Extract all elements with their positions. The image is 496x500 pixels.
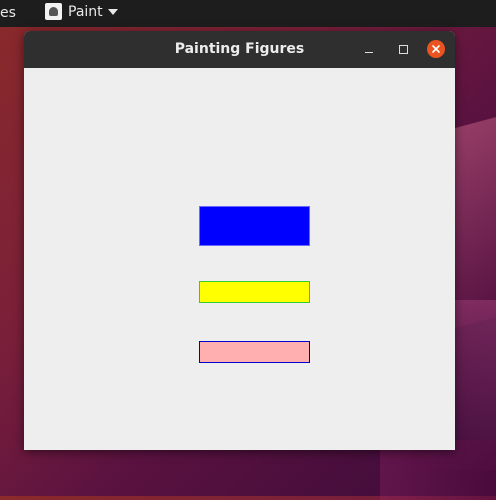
paint-app-icon	[45, 3, 62, 20]
app-menu[interactable]: Paint	[45, 3, 118, 20]
window-titlebar[interactable]: Painting Figures	[24, 31, 455, 68]
maximize-icon	[398, 44, 408, 54]
desktop-wallpaper-shape	[455, 111, 496, 329]
close-button[interactable]	[427, 40, 445, 58]
drawing-canvas	[24, 68, 455, 450]
blue-rectangle	[199, 206, 310, 246]
activities-button[interactable]: es	[0, 5, 16, 21]
pink-rectangle	[199, 341, 310, 363]
app-menu-label: Paint	[68, 3, 103, 20]
minimize-icon	[365, 51, 373, 53]
top-bar: es Paint	[0, 0, 496, 27]
caret-down-icon	[107, 8, 118, 15]
maximize-button[interactable]	[394, 40, 412, 58]
yellow-rectangle	[199, 281, 310, 303]
paint-window: Painting Figures	[24, 31, 455, 450]
close-icon	[432, 45, 440, 53]
minimize-button[interactable]	[360, 40, 378, 58]
window-title: Painting Figures	[174, 41, 305, 57]
